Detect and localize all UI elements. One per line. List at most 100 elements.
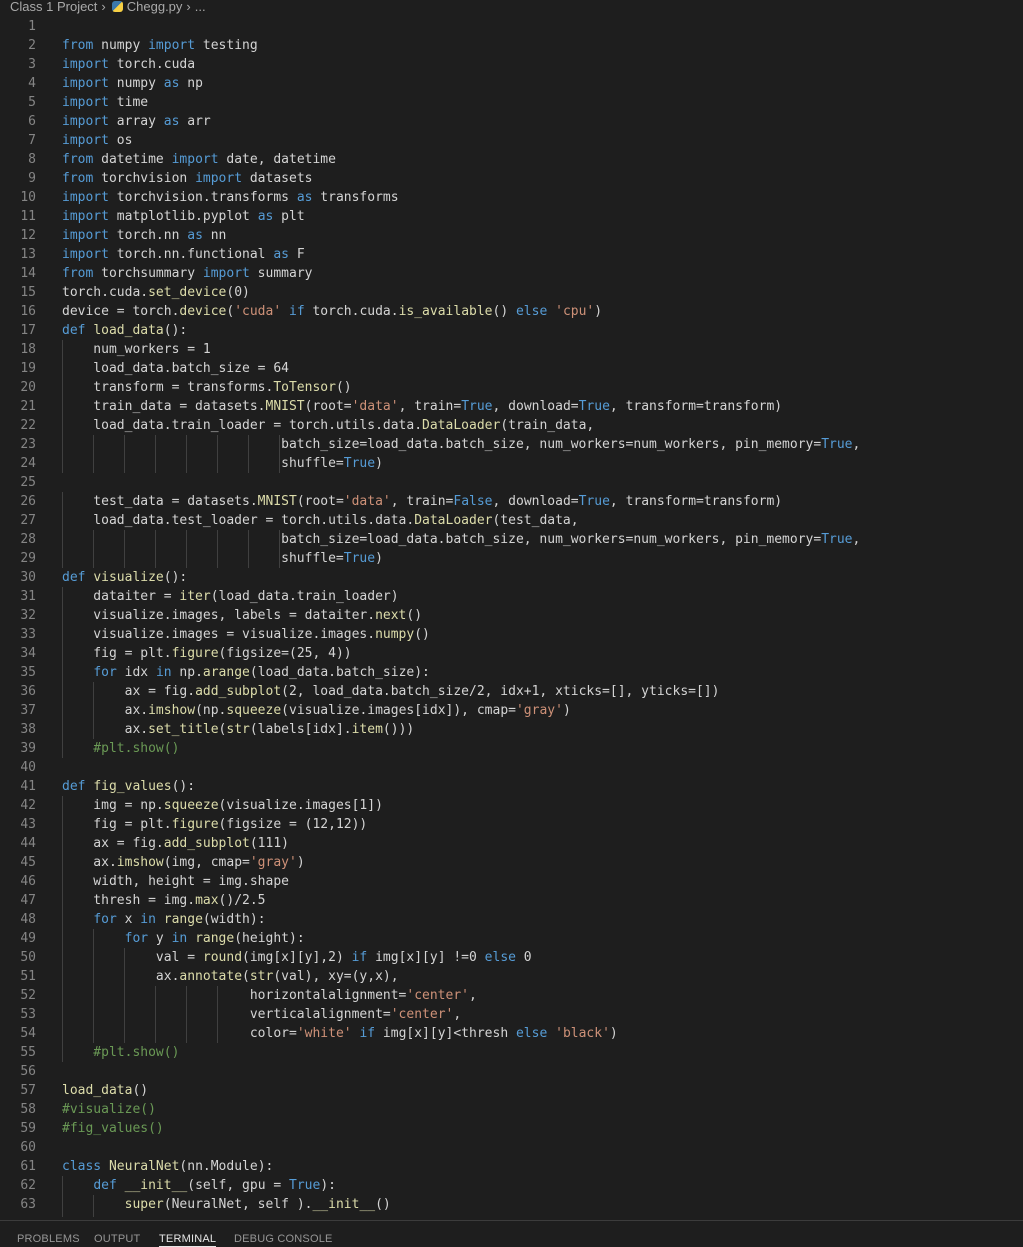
code-line[interactable]: 19 load_data.batch_size = 64 — [0, 359, 1023, 378]
code-text: ax.imshow(np.squeeze(visualize.images[id… — [62, 703, 571, 718]
code-line[interactable]: 35 for idx in np.arange(load_data.batch_… — [0, 663, 1023, 682]
code-line[interactable]: 60 — [0, 1138, 1023, 1157]
code-line[interactable]: 23 batch_size=load_data.batch_size, num_… — [0, 435, 1023, 454]
code-line[interactable]: 30 def visualize(): — [0, 568, 1023, 587]
line-number: 20 — [20, 380, 36, 395]
code-line[interactable]: 45 ax.imshow(img, cmap='gray') — [0, 853, 1023, 872]
code-line[interactable]: 21 train_data = datasets.MNIST(root='dat… — [0, 397, 1023, 416]
code-line[interactable]: 5 import time — [0, 93, 1023, 112]
code-line[interactable]: 39 #plt.show() — [0, 739, 1023, 758]
code-line[interactable]: 22 load_data.train_loader = torch.utils.… — [0, 416, 1023, 435]
code-line[interactable]: 20 transform = transforms.ToTensor() — [0, 378, 1023, 397]
line-number: 1 — [28, 19, 36, 34]
breadcrumb-file[interactable]: Chegg.py — [127, 0, 183, 13]
line-number: 62 — [20, 1178, 36, 1193]
line-number: 59 — [20, 1121, 36, 1136]
code-line[interactable]: 50 val = round(img[x][y],2) if img[x][y]… — [0, 948, 1023, 967]
code-line[interactable]: 54 color='white' if img[x][y]<thresh els… — [0, 1024, 1023, 1043]
code-line[interactable]: 32 visualize.images, labels = dataiter.n… — [0, 606, 1023, 625]
line-number: 63 — [20, 1197, 36, 1212]
code-line[interactable]: 27 load_data.test_loader = torch.utils.d… — [0, 511, 1023, 530]
code-line[interactable]: 36 ax = fig.add_subplot(2, load_data.bat… — [0, 682, 1023, 701]
code-line[interactable]: 4 import numpy as np — [0, 74, 1023, 93]
code-line[interactable]: 14 from torchsummary import summary — [0, 264, 1023, 283]
code-editor[interactable]: 1 2 from numpy import testing 3 import torch… — [0, 17, 1023, 1217]
code-line[interactable]: 58 #visualize() — [0, 1100, 1023, 1119]
line-number: 41 — [20, 779, 36, 794]
line-number: 43 — [20, 817, 36, 832]
code-line[interactable]: 10 import torchvision.transforms as trans… — [0, 188, 1023, 207]
code-line[interactable]: 51 ax.annotate(str(val), xy=(y,x), — [0, 967, 1023, 986]
code-line[interactable]: 48 for x in range(width): — [0, 910, 1023, 929]
line-number: 60 — [20, 1140, 36, 1155]
code-line[interactable]: 41 def fig_values(): — [0, 777, 1023, 796]
code-line[interactable]: 31 dataiter = iter(load_data.train_loade… — [0, 587, 1023, 606]
code-text: import torchvision.transforms as transfo… — [62, 190, 399, 205]
code-line[interactable]: 16 device = torch.device('cuda' if torch.… — [0, 302, 1023, 321]
code-line[interactable]: 33 visualize.images = visualize.images.n… — [0, 625, 1023, 644]
line-number: 48 — [20, 912, 36, 927]
code-line[interactable]: 53 verticalalignment='center', — [0, 1005, 1023, 1024]
code-line[interactable]: 43 fig = plt.figure(figsize = (12,12)) — [0, 815, 1023, 834]
code-line[interactable]: 9 from torchvision import datasets — [0, 169, 1023, 188]
code-text: self.conv1 = nn.Conv2d(in_channels=1, ou… — [62, 1214, 759, 1217]
code-line[interactable]: 37 ax.imshow(np.squeeze(visualize.images… — [0, 701, 1023, 720]
code-line[interactable]: 44 ax = fig.add_subplot(111) — [0, 834, 1023, 853]
code-line[interactable]: 61 class NeuralNet(nn.Module): — [0, 1157, 1023, 1176]
code-line[interactable]: 57 load_data() — [0, 1081, 1023, 1100]
code-line[interactable]: 34 fig = plt.figure(figsize=(25, 4)) — [0, 644, 1023, 663]
code-line[interactable]: 38 ax.set_title(str(labels[idx].item())) — [0, 720, 1023, 739]
breadcrumb-folder[interactable]: Class 1 Project — [10, 0, 97, 13]
code-line[interactable]: 8 from datetime import date, datetime — [0, 150, 1023, 169]
line-number: 11 — [20, 209, 36, 224]
code-line[interactable]: 63 super(NeuralNet, self ).__init__() — [0, 1195, 1023, 1214]
tab-problems[interactable]: PROBLEMS — [17, 1233, 80, 1246]
code-line[interactable]: 7 import os — [0, 131, 1023, 150]
code-line[interactable]: 55 #plt.show() — [0, 1043, 1023, 1062]
line-number: 56 — [20, 1064, 36, 1079]
code-line[interactable]: 47 thresh = img.max()/2.5 — [0, 891, 1023, 910]
line-number: 57 — [20, 1083, 36, 1098]
code-text: width, height = img.shape — [62, 874, 289, 889]
line-number: 17 — [20, 323, 36, 338]
code-line[interactable]: 11 import matplotlib.pyplot as plt — [0, 207, 1023, 226]
tab-terminal[interactable]: TERMINAL — [159, 1233, 217, 1247]
code-line[interactable]: 59 #fig_values() — [0, 1119, 1023, 1138]
breadcrumb-more[interactable]: ... — [195, 0, 206, 13]
line-number: 16 — [20, 304, 36, 319]
line-number: 9 — [28, 171, 36, 186]
code-line[interactable]: 25 — [0, 473, 1023, 492]
code-text: import os — [62, 133, 133, 148]
code-line[interactable]: 17 def load_data(): — [0, 321, 1023, 340]
tab-debug-console[interactable]: DEBUG CONSOLE — [234, 1233, 333, 1246]
code-line[interactable]: 3 import torch.cuda — [0, 55, 1023, 74]
code-line[interactable]: 29 shuffle=True) — [0, 549, 1023, 568]
code-line[interactable]: 52 horizontalalignment='center', — [0, 986, 1023, 1005]
code-line[interactable]: 12 import torch.nn as nn — [0, 226, 1023, 245]
code-line[interactable]: 49 for y in range(height): — [0, 929, 1023, 948]
code-line[interactable]: 18 num_workers = 1 — [0, 340, 1023, 359]
code-line[interactable]: 24 shuffle=True) — [0, 454, 1023, 473]
code-text: load_data.train_loader = torch.utils.dat… — [62, 418, 595, 433]
code-line[interactable]: 28 batch_size=load_data.batch_size, num_… — [0, 530, 1023, 549]
code-line[interactable]: 2 from numpy import testing — [0, 36, 1023, 55]
tab-output[interactable]: OUTPUT — [94, 1233, 140, 1246]
code-line[interactable]: 40 — [0, 758, 1023, 777]
code-line[interactable]: 15 torch.cuda.set_device(0) — [0, 283, 1023, 302]
code-line[interactable]: 6 import array as arr — [0, 112, 1023, 131]
code-line[interactable]: 13 import torch.nn.functional as F — [0, 245, 1023, 264]
code-line[interactable]: 42 img = np.squeeze(visualize.images[1]) — [0, 796, 1023, 815]
bottom-panel-tabs: PROBLEMS OUTPUT TERMINAL DEBUG CONSOLE — [0, 1220, 1023, 1247]
code-text: train_data = datasets.MNIST(root='data',… — [62, 399, 783, 414]
code-text: def __init__(self, gpu = True): — [93, 1178, 336, 1193]
line-number: 10 — [20, 190, 36, 205]
code-line[interactable]: 56 — [0, 1062, 1023, 1081]
code-line[interactable]: 62 def __init__(self, gpu = True): — [0, 1176, 1023, 1195]
code-line[interactable]: 46 width, height = img.shape — [0, 872, 1023, 891]
code-line[interactable]: 26 test_data = datasets.MNIST(root='data… — [0, 492, 1023, 511]
code-line[interactable]: 1 — [0, 17, 1023, 36]
line-number: 12 — [20, 228, 36, 243]
code-line[interactable]: 64 self.conv1 = nn.Conv2d(in_channels=1,… — [0, 1214, 1023, 1217]
code-text: from torchvision import datasets — [62, 171, 313, 186]
code-text: color='white' if img[x][y]<thresh else '… — [62, 1026, 618, 1041]
